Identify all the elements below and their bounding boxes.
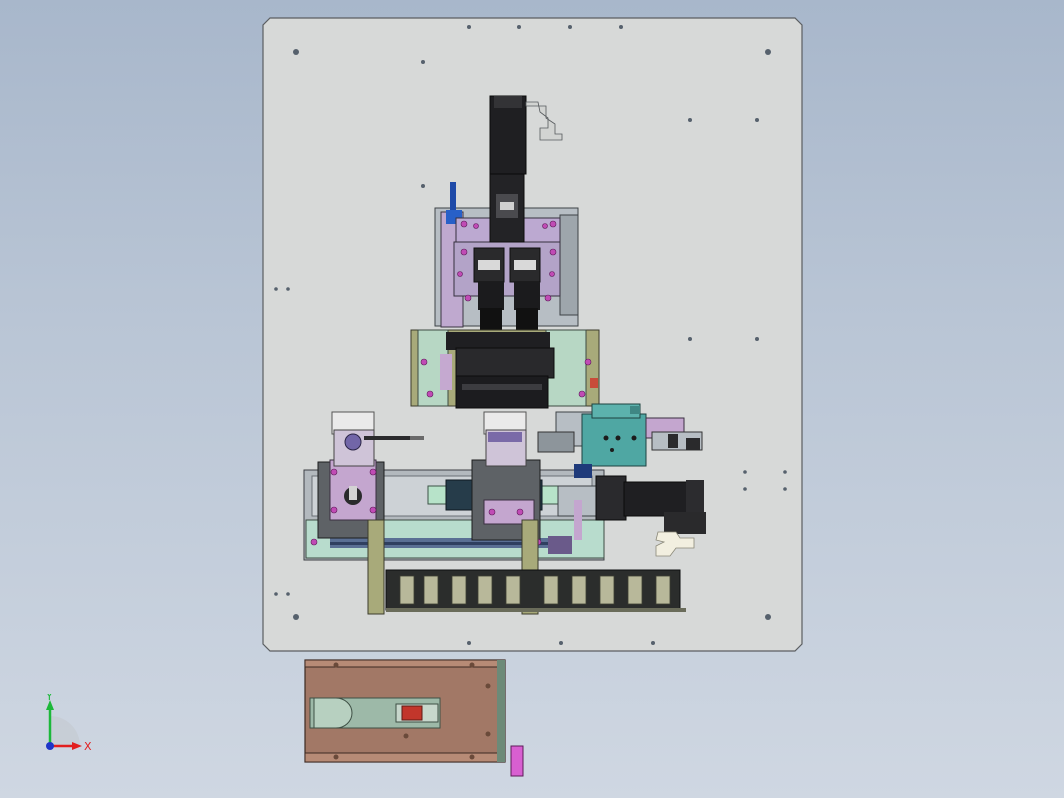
- cable-drag-chain[interactable]: [385, 569, 686, 612]
- bottom-view-panel[interactable]: [304, 659, 524, 777]
- coordinate-triad: Y X: [45, 694, 92, 753]
- y-axis-label: Y: [45, 694, 53, 703]
- cad-graphics-area[interactable]: Y X: [0, 0, 1064, 798]
- x-axis-label: X: [84, 740, 92, 753]
- press-slide-block[interactable]: [410, 329, 600, 409]
- assembly-drawing[interactable]: [0, 0, 1064, 798]
- z-axis-point: [46, 742, 54, 750]
